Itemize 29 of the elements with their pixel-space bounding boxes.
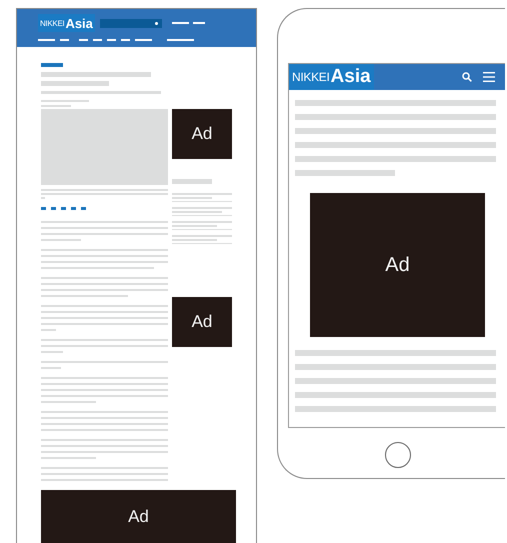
placeholder-line bbox=[172, 211, 222, 213]
placeholder-line bbox=[41, 100, 89, 102]
placeholder-line bbox=[41, 367, 61, 369]
placeholder-line bbox=[41, 457, 96, 459]
placeholder-line bbox=[172, 225, 217, 227]
placeholder-line bbox=[41, 105, 71, 107]
search-field[interactable] bbox=[100, 18, 162, 28]
placeholder-line bbox=[172, 201, 232, 202]
category-tag bbox=[41, 63, 63, 67]
logo[interactable]: NIKKEIAsia bbox=[289, 64, 374, 90]
advertisement: Ad bbox=[310, 193, 485, 337]
placeholder-line bbox=[172, 193, 232, 195]
placeholder-line bbox=[172, 239, 217, 241]
advertisement: Ad bbox=[172, 109, 232, 159]
advertisement: Ad bbox=[41, 490, 236, 543]
placeholder-line bbox=[41, 329, 56, 331]
placeholder-line bbox=[41, 239, 81, 241]
placeholder-line bbox=[172, 229, 232, 230]
menu-icon[interactable] bbox=[482, 72, 495, 82]
home-button[interactable] bbox=[385, 442, 411, 468]
placeholder-line bbox=[41, 401, 96, 403]
placeholder-line bbox=[172, 215, 232, 216]
advertisement: Ad bbox=[172, 297, 232, 347]
placeholder-line bbox=[172, 243, 232, 244]
placeholder-line bbox=[172, 221, 232, 223]
placeholder-line bbox=[172, 197, 212, 199]
placeholder-line bbox=[172, 235, 232, 237]
placeholder-line bbox=[172, 207, 232, 209]
placeholder-line bbox=[41, 351, 63, 353]
